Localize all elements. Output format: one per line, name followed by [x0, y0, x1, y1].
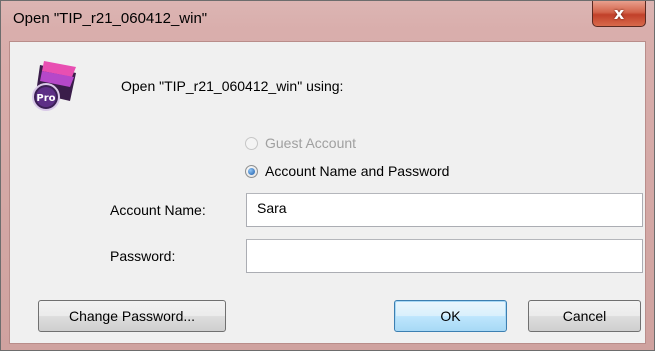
- cancel-button[interactable]: Cancel: [528, 300, 641, 332]
- open-prompt: Open "TIP_r21_060412_win" using:: [121, 78, 344, 94]
- open-file-dialog: Open "TIP_r21_060412_win" x Pro Open "TI…: [0, 0, 655, 351]
- guest-account-option: Guest Account: [245, 135, 356, 151]
- account-name-label: Account Name:: [110, 202, 206, 218]
- ok-label: OK: [440, 308, 461, 324]
- pro-badge: Pro: [36, 93, 55, 104]
- window-title: Open "TIP_r21_060412_win": [13, 10, 208, 27]
- change-password-label: Change Password...: [68, 308, 196, 324]
- ok-button[interactable]: OK: [394, 300, 507, 332]
- cancel-label: Cancel: [562, 308, 607, 324]
- account-password-label[interactable]: Account Name and Password: [265, 163, 449, 179]
- close-icon: x: [613, 4, 625, 23]
- password-label: Password:: [110, 248, 176, 264]
- close-button[interactable]: x: [592, 1, 646, 27]
- guest-account-radio: [245, 136, 258, 150]
- account-name-value: Sara: [257, 200, 287, 216]
- dialog-body: Pro Open "TIP_r21_060412_win" using: Gue…: [9, 41, 646, 344]
- account-password-radio[interactable]: [245, 164, 258, 178]
- account-password-option[interactable]: Account Name and Password: [245, 163, 449, 179]
- password-field[interactable]: [246, 239, 643, 273]
- filemaker-pro-icon: Pro: [32, 61, 76, 111]
- title-bar[interactable]: Open "TIP_r21_060412_win" x: [1, 1, 654, 39]
- guest-account-label: Guest Account: [265, 135, 357, 151]
- account-name-field[interactable]: Sara: [246, 193, 643, 227]
- change-password-button[interactable]: Change Password...: [38, 300, 226, 332]
